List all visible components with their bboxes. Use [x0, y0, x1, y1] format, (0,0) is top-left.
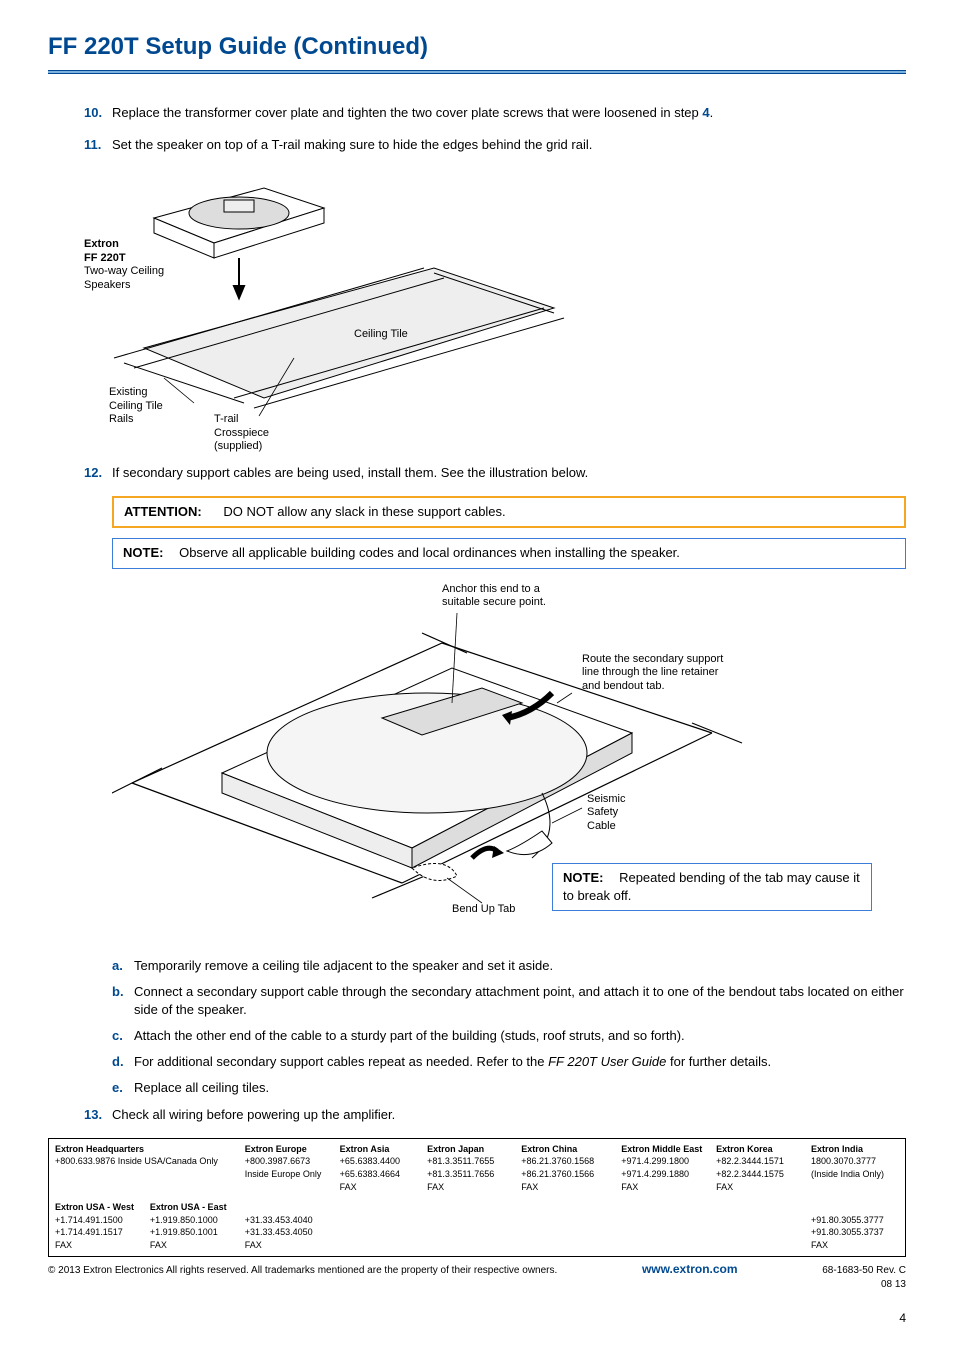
note-box-1: NOTE: Observe all applicable building co…: [112, 538, 906, 568]
fig2-route: Route the secondary support line through…: [582, 653, 723, 694]
contact-l2: Inside Europe Only: [245, 1168, 328, 1181]
attention-box: ATTENTION: DO NOT allow any slack in the…: [112, 496, 906, 528]
fig1-ceiling-tile: Ceiling Tile: [354, 328, 408, 342]
sub-num: d.: [112, 1053, 134, 1071]
note-text: Observe all applicable building codes an…: [179, 545, 680, 560]
contact-l2: +91.80.3055.3737 FAX: [811, 1226, 899, 1251]
step-12: 12. If secondary support cables are bein…: [84, 464, 906, 482]
contact-l1: +1.919.850.1000: [150, 1214, 233, 1227]
step-text: Check all wiring before powering up the …: [112, 1106, 906, 1124]
fig2-bend: Bend Up Tab: [452, 903, 515, 917]
substep-e: e. Replace all ceiling tiles.: [112, 1079, 906, 1097]
contact-row-2: Extron USA - West +1.714.491.1500 +1.714…: [49, 1197, 906, 1256]
page-number: 4: [48, 1310, 906, 1327]
fig1-product-label: Extron FF 220T Two-way Ceiling Speakers: [84, 238, 164, 293]
step-number: 10.: [84, 104, 112, 122]
contact-l2: +82.2.3444.1575 FAX: [716, 1168, 799, 1193]
sub-text: Connect a secondary support cable throug…: [134, 983, 906, 1019]
contact-l1: +91.80.3055.3777: [811, 1214, 899, 1227]
sub-num: e.: [112, 1079, 134, 1097]
substep-c: c. Attach the other end of the cable to …: [112, 1027, 906, 1045]
page-title: FF 220T Setup Guide (Continued): [48, 30, 906, 64]
footer-date: 08 13: [881, 1279, 906, 1290]
contact-l1: +86.21.3760.1568: [521, 1155, 609, 1168]
contact-l2: +971.4.299.1880 FAX: [621, 1168, 704, 1193]
fig1-brand: Extron: [84, 238, 119, 250]
figure-2: Anchor this end to a suitable secure poi…: [112, 583, 872, 943]
substep-d: d. For additional secondary support cabl…: [112, 1053, 906, 1071]
sub-d-post: for further details.: [666, 1054, 771, 1069]
contact-name: Extron India: [811, 1143, 899, 1156]
contact-name: Extron Japan: [427, 1143, 509, 1156]
contact-table: Extron Headquarters +800.633.9876 Inside…: [48, 1138, 906, 1257]
sub-text: For additional secondary support cables …: [134, 1053, 771, 1071]
attention-text: DO NOT allow any slack in these support …: [223, 504, 505, 519]
fig2-anchor: Anchor this end to a suitable secure poi…: [442, 583, 546, 611]
sub-text: Attach the other end of the cable to a s…: [134, 1027, 685, 1045]
contact-name: Extron Europe: [245, 1143, 328, 1156]
contact-l1: +800.633.9876 Inside USA/Canada Only: [55, 1155, 233, 1168]
contact-l1: +65.6383.4400: [340, 1155, 415, 1168]
footer-url: www.extron.com: [642, 1261, 738, 1278]
note-label: NOTE:: [123, 545, 163, 560]
contact-row-1: Extron Headquarters +800.633.9876 Inside…: [49, 1138, 906, 1197]
step-tail: .: [710, 105, 714, 120]
step-text: Replace the transformer cover plate and …: [112, 104, 906, 122]
title-rule: [48, 70, 906, 74]
fig1-model: FF 220T: [84, 252, 126, 264]
substep-a: a. Temporarily remove a ceiling tile adj…: [112, 957, 906, 975]
contact-name: Extron USA - East: [150, 1201, 233, 1214]
inline-note: NOTE: Repeated bending of the tab may ca…: [552, 863, 872, 911]
contact-name: Extron Korea: [716, 1143, 799, 1156]
contact-l1: 1800.3070.3777: [811, 1155, 899, 1168]
footer: © 2013 Extron Electronics All rights res…: [48, 1261, 906, 1292]
figure-1: Extron FF 220T Two-way Ceiling Speakers …: [84, 168, 906, 448]
contact-l1: +31.33.453.4040: [245, 1214, 328, 1227]
fig1-trail: T-rail Crosspiece (supplied): [214, 413, 269, 454]
fig1-rails: Existing Ceiling Tile Rails: [109, 386, 163, 427]
sub-d-pre: For additional secondary support cables …: [134, 1054, 548, 1069]
contact-l2: +1.919.850.1001 FAX: [150, 1226, 233, 1251]
step-text: If secondary support cables are being us…: [112, 464, 906, 482]
sub-text: Temporarily remove a ceiling tile adjace…: [134, 957, 553, 975]
contact-name: Extron Asia: [340, 1143, 415, 1156]
contact-l2: +31.33.453.4050 FAX: [245, 1226, 328, 1251]
step-text-span: Replace the transformer cover plate and …: [112, 105, 702, 120]
substep-b: b. Connect a secondary support cable thr…: [112, 983, 906, 1019]
step-11: 11. Set the speaker on top of a T-rail m…: [84, 136, 906, 154]
contact-l2: +1.714.491.1517 FAX: [55, 1226, 138, 1251]
step-number: 11.: [84, 136, 112, 154]
contact-l1: +971.4.299.1800: [621, 1155, 704, 1168]
contact-name: Extron USA - West: [55, 1201, 138, 1214]
step-number: 13.: [84, 1106, 112, 1124]
copyright: © 2013 Extron Electronics All rights res…: [48, 1264, 557, 1278]
step-number: 12.: [84, 464, 112, 482]
sub-num: c.: [112, 1027, 134, 1045]
attention-label: ATTENTION:: [124, 504, 202, 519]
contact-l2: +81.3.3511.7656 FAX: [427, 1168, 509, 1193]
sub-num: b.: [112, 983, 134, 1019]
contact-l2: (Inside India Only): [811, 1168, 899, 1181]
contact-l2: +86.21.3760.1566 FAX: [521, 1168, 609, 1193]
contact-l1: +82.2.3444.1571: [716, 1155, 799, 1168]
sub-num: a.: [112, 957, 134, 975]
step-13: 13. Check all wiring before powering up …: [84, 1106, 906, 1124]
step-ref: 4: [702, 105, 709, 120]
contact-name: Extron Headquarters: [55, 1143, 233, 1156]
fig2-seismic: Seismic Safety Cable: [587, 793, 626, 834]
sub-text: Replace all ceiling tiles.: [134, 1079, 269, 1097]
contact-l2: +65.6383.4664 FAX: [340, 1168, 415, 1193]
contact-name: Extron Middle East: [621, 1143, 704, 1156]
fig1-sub: Two-way Ceiling Speakers: [84, 265, 164, 291]
step-text: Set the speaker on top of a T-rail makin…: [112, 136, 906, 154]
inline-note-label: NOTE:: [563, 870, 603, 885]
contact-name: Extron China: [521, 1143, 609, 1156]
inline-note-text: Repeated bending of the tab may cause it…: [563, 870, 860, 903]
footer-doc: 68-1683-50 Rev. C: [822, 1265, 906, 1276]
contact-l1: +800.3987.6673: [245, 1155, 328, 1168]
step-10: 10. Replace the transformer cover plate …: [84, 104, 906, 122]
contact-l1: +1.714.491.1500: [55, 1214, 138, 1227]
sub-d-italic: FF 220T User Guide: [548, 1054, 666, 1069]
contact-l1: +81.3.3511.7655: [427, 1155, 509, 1168]
